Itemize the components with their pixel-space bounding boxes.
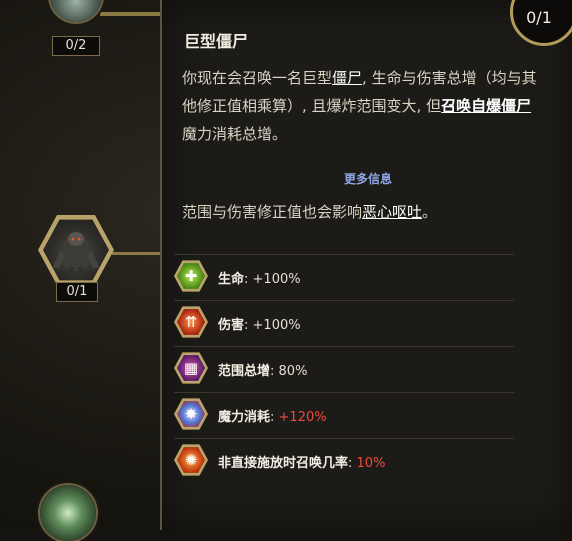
allocation-counter: 0/1 (526, 8, 552, 27)
stat-label: 范围总增 (218, 364, 271, 379)
skill-tooltip: 0/1 巨型僵尸 你现在会召唤一名巨型僵尸, 生命与伤害总增（均与其他修正值相乘… (160, 0, 572, 530)
stat-label: 伤害 (218, 318, 245, 333)
tree-connector-mid (112, 252, 160, 255)
stat-value: 80% (278, 364, 308, 379)
stat-label: 魔力消耗 (218, 410, 271, 425)
stat-value: +120% (278, 410, 327, 425)
stat-row-area: ▦ 范围总增: 80% (174, 346, 514, 393)
life-icon: ✚ (174, 260, 208, 292)
giant-zombie-icon (43, 219, 109, 281)
stat-area: 范围总增: 80% (218, 364, 308, 379)
keyword-nauseating[interactable]: 恶心呕吐 (362, 203, 422, 221)
stat-damage: 伤害: +100% (218, 318, 301, 333)
stat-value: +100% (252, 318, 301, 333)
mana-cost-icon: ✸ (174, 398, 208, 430)
stat-label: 生命 (218, 272, 245, 287)
skill-description: 你现在会召唤一名巨型僵尸, 生命与伤害总增（均与其他修正值相乘算）, 且爆炸范围… (182, 64, 544, 148)
skill-node-top-counter: 0/2 (52, 36, 100, 56)
keyword-zombie[interactable]: 僵尸 (332, 69, 362, 87)
stat-row-summon-chance: ✺ 非直接施放时召唤几率: 10% (174, 438, 514, 485)
stat-value: +100% (252, 272, 301, 287)
more-info-link[interactable]: 更多信息 (162, 170, 572, 187)
extra-text-a: 范围与伤害修正值也会影响 (182, 203, 363, 221)
skill-node-bottom[interactable] (40, 485, 96, 541)
stat-row-damage: ⇈ 伤害: +100% (174, 300, 514, 347)
stat-value: 10% (356, 456, 386, 471)
area-icon: ▦ (174, 352, 208, 384)
extra-description: 范围与伤害修正值也会影响恶心呕吐。 (182, 198, 552, 226)
stat-row-life: ✚ 生命: +100% (174, 254, 514, 301)
stat-mana-cost: 魔力消耗: +120% (218, 410, 327, 425)
skill-title: 巨型僵尸 (184, 32, 249, 51)
stat-label: 非直接施放时召唤几率 (218, 456, 349, 471)
extra-text-b: 。 (422, 203, 438, 221)
stat-row-mana-cost: ✸ 魔力消耗: +120% (174, 392, 514, 439)
keyword-summon-volatile-zombie[interactable]: 召唤自爆僵尸 (441, 97, 531, 115)
stat-summon-chance: 非直接施放时召唤几率: 10% (218, 456, 386, 471)
desc-text-a: 你现在会召唤一名巨型 (182, 69, 333, 87)
tree-connector-top (100, 12, 160, 16)
damage-icon: ⇈ (174, 306, 208, 338)
stat-life: 生命: +100% (218, 272, 301, 287)
giant-zombie-node-counter: 0/1 (56, 282, 98, 302)
desc-text-c: 魔力消耗总增。 (182, 125, 288, 143)
summon-chance-icon: ✺ (174, 444, 208, 476)
